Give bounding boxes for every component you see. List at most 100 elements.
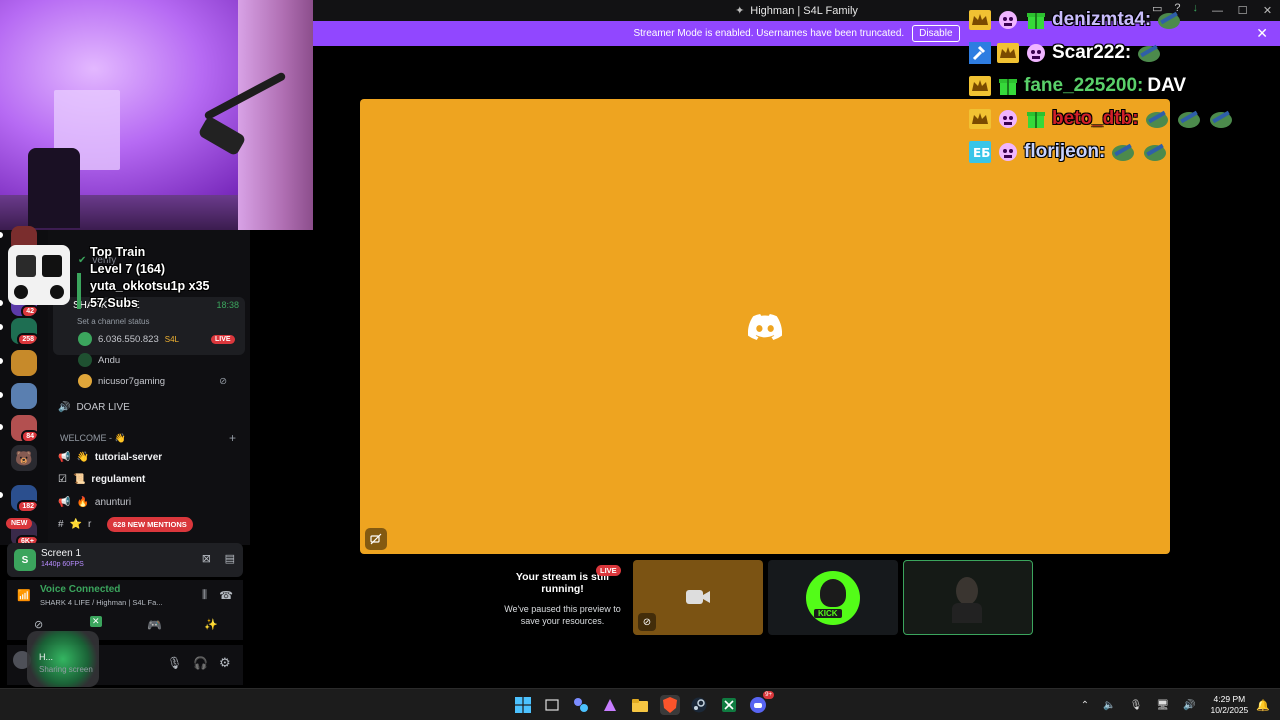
widgets-icon[interactable]: [571, 695, 591, 715]
server-icon[interactable]: 258: [11, 318, 37, 344]
taskbar: 9+ ⌃ 🔈 🎙 🖥 🔊 4:29 PM 10/2/2025 🔔: [0, 688, 1280, 720]
emote-icon: [996, 140, 1020, 164]
tray-overflow-icon[interactable]: ⌃: [1081, 700, 1089, 711]
volume-icon[interactable]: 🔊: [1183, 700, 1195, 711]
live-badge: LIVE: [596, 565, 621, 576]
server-icon[interactable]: 182: [11, 485, 37, 511]
screen-share-icon[interactable]: ✕: [90, 616, 102, 627]
steam-icon[interactable]: [689, 695, 709, 715]
camera-off-icon[interactable]: ⊘: [34, 618, 43, 631]
channel-emoji: 📜: [72, 473, 86, 485]
new-mentions-button[interactable]: 628 NEW MENTIONS: [107, 517, 193, 532]
microphone-icon[interactable]: 🎙: [167, 656, 182, 670]
channel-r[interactable]: # ⭐ r: [58, 515, 91, 533]
soundboard-icon[interactable]: ✨: [204, 618, 218, 631]
chat-emote-icon: [1141, 140, 1169, 164]
file-explorer-icon[interactable]: [630, 695, 650, 715]
avatar: [78, 374, 92, 388]
train-title: Top Train: [90, 245, 146, 259]
task-view-icon[interactable]: [542, 695, 562, 715]
channel-name: r: [88, 518, 92, 530]
network-icon[interactable]: 🖥: [1156, 700, 1169, 711]
app-icon: ✦: [735, 5, 745, 17]
mention-badge: 182: [17, 500, 37, 511]
clock[interactable]: 4:29 PM 10/2/2025: [1210, 694, 1248, 716]
signal-icon[interactable]: 📶: [17, 589, 31, 602]
speaker-icon[interactable]: 🔈: [1103, 700, 1115, 711]
banner-text: Streamer Mode is enabled. Usernames have…: [633, 28, 905, 39]
brave-browser-icon[interactable]: [660, 695, 680, 715]
server-icon[interactable]: 84: [11, 415, 37, 441]
channel-status[interactable]: Set a channel status: [77, 317, 150, 326]
server-icon[interactable]: 🐻: [11, 445, 37, 471]
start-button[interactable]: [513, 695, 533, 715]
window-title: Highman | S4L Family: [750, 4, 858, 17]
participant-tile[interactable]: [903, 560, 1033, 635]
disconnect-icon[interactable]: ☎: [219, 589, 233, 602]
copilot-icon[interactable]: [600, 695, 620, 715]
live-badge: LIVE: [211, 334, 235, 344]
excel-icon[interactable]: [719, 695, 739, 715]
voice-member[interactable]: 6.036.550.823 S4L LIVE: [78, 330, 235, 348]
voice-status[interactable]: Voice Connected: [40, 584, 120, 595]
voice-member[interactable]: nicusor7gaming ⊘: [78, 372, 227, 390]
channel-anunturi[interactable]: 📢 🔥 anunturi: [58, 493, 131, 511]
crown-icon: [996, 41, 1020, 65]
voice-channel-path[interactable]: SHARK 4 LIFE / Highman | S4L Fa...: [40, 598, 163, 607]
activity-icon[interactable]: 🎮: [147, 618, 162, 632]
chat-emote-icon: [1207, 107, 1235, 131]
channel-emoji: 🔥: [76, 496, 89, 508]
settings-gear-icon[interactable]: ⚙: [219, 655, 231, 671]
hide-preview-icon[interactable]: ⊘: [638, 613, 656, 631]
headphones-icon[interactable]: 🎧: [193, 656, 208, 670]
avatar: [956, 577, 978, 605]
stream-settings-icon[interactable]: ▤: [225, 552, 235, 565]
user-status: Sharing screen: [39, 665, 93, 674]
add-channel-icon[interactable]: +: [229, 431, 236, 445]
server-icon[interactable]: [11, 383, 37, 409]
voice-member[interactable]: Andu: [78, 351, 120, 369]
channel-tutorial-server[interactable]: 📢 👋 tutorial-server: [58, 448, 162, 466]
category-welcome[interactable]: WELCOME - 👋: [60, 429, 126, 447]
stop-stream-icon[interactable]: ⊠: [202, 552, 211, 565]
chat-emote-icon: [1143, 107, 1171, 131]
svg-text:ЕБ: ЕБ: [973, 146, 990, 160]
train-subs: 57 Subs: [90, 296, 138, 310]
webcam-feed: [0, 0, 313, 230]
close-button[interactable]: ✕: [1255, 0, 1280, 21]
channel-emoji: ⭐: [69, 518, 83, 530]
microphone-icon[interactable]: 🎙: [1130, 700, 1143, 711]
notification-bell-icon[interactable]: 🔔: [1256, 699, 1270, 712]
minimize-button[interactable]: —: [1205, 0, 1230, 21]
crown-icon: [968, 107, 992, 131]
announcement-icon: 📢: [58, 496, 71, 508]
download-icon[interactable]: ↓: [1193, 2, 1199, 15]
disable-streamer-mode-button[interactable]: Disable: [912, 25, 960, 42]
gift-icon: [1024, 8, 1048, 32]
server-icon[interactable]: [11, 350, 37, 376]
member-name: 6.036.550.823: [98, 333, 159, 345]
user-panel: H... Sharing screen 🎙 🎧 ⚙: [7, 631, 243, 687]
new-servers-badge[interactable]: NEW: [6, 518, 33, 529]
hide-preview-icon[interactable]: [365, 528, 387, 550]
chat-text: DAV: [1147, 75, 1187, 96]
emote-icon: [996, 107, 1020, 131]
unread-pill: [0, 232, 3, 238]
screen-icon: S: [14, 549, 36, 571]
unread-pill: [0, 358, 3, 364]
noise-suppression-icon[interactable]: ⫼: [202, 589, 207, 602]
avatar: [78, 332, 92, 346]
maximize-button[interactable]: ☐: [1230, 0, 1255, 21]
channel-doar-live[interactable]: 🔊 DOAR LIVE: [58, 398, 130, 416]
channel-regulament[interactable]: ☑ 📜 regulament: [58, 470, 145, 488]
emote-icon: [1024, 41, 1048, 65]
discord-taskbar-icon[interactable]: 9+: [748, 691, 774, 715]
main-stream-view[interactable]: [360, 99, 1170, 554]
close-banner-icon[interactable]: ✕: [1256, 25, 1268, 42]
participant-tile[interactable]: KICK: [768, 560, 898, 635]
muted-icon: ⊘: [219, 375, 228, 387]
sub-icon: ЕБ: [968, 140, 992, 164]
channel-emoji: 👋: [76, 451, 89, 463]
gift-icon: [1024, 107, 1048, 131]
participant-tile[interactable]: ⊘: [633, 560, 763, 635]
